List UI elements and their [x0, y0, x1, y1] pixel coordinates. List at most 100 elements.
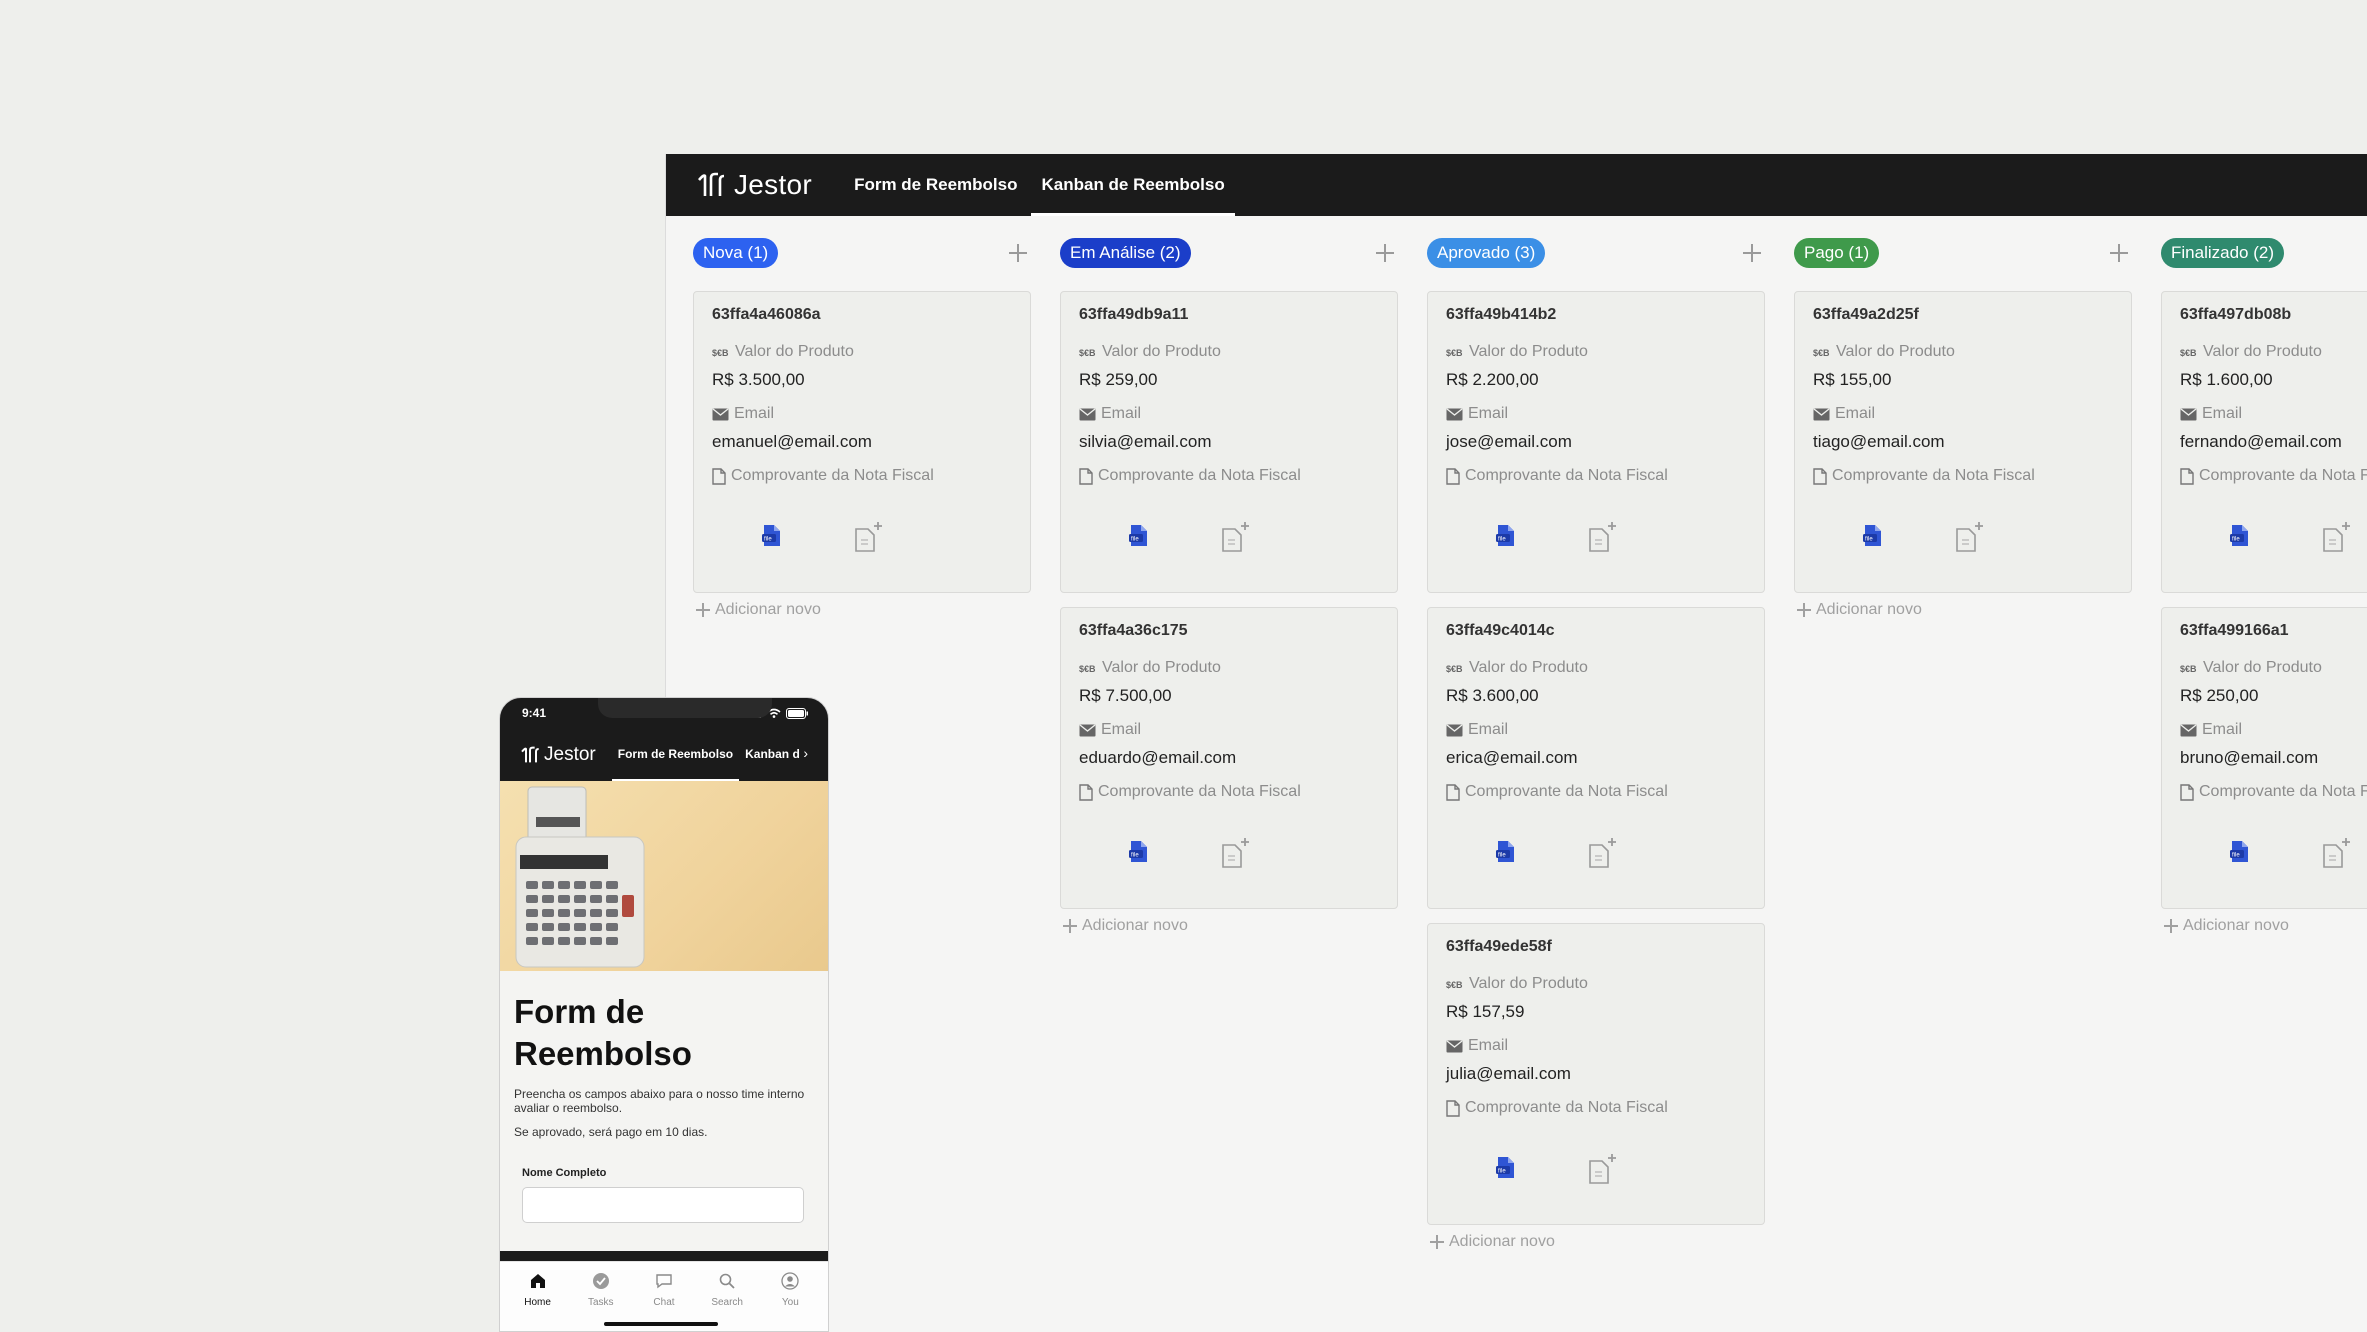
search-icon — [718, 1272, 736, 1297]
email-label-text: Email — [734, 405, 775, 422]
kanban-board: Nova (1) 63ffa4a46086a $€B Valor do Produ… — [693, 236, 2367, 1251]
email-label-text: Email — [1468, 721, 1509, 738]
add-new-button[interactable]: Adicionar novo — [1060, 917, 1398, 935]
nome-completo-input[interactable] — [522, 1187, 804, 1223]
status-bar: 9:41 — [500, 698, 828, 728]
file-attachment-icon[interactable]: file — [757, 520, 787, 554]
comprovante-label-text: Comprovante da Nota Fiscal — [1465, 467, 1668, 484]
attachments: file — [2225, 520, 2353, 554]
svg-text:$€B: $€B — [1446, 664, 1463, 673]
kanban-card[interactable]: 63ffa4a46086a $€B Valor do Produto R$ 3.5… — [693, 291, 1031, 593]
phone-tab-kanban[interactable]: Kanban d — [739, 728, 806, 781]
file-attachment-icon[interactable]: file — [1124, 520, 1154, 554]
add-card-plus-icon[interactable] — [1009, 244, 1027, 262]
kanban-card[interactable]: 63ffa49ede58f $€B Valor do Produto R$ 157… — [1427, 923, 1765, 1225]
kanban-card[interactable]: 63ffa49db9a11 $€B Valor do Produto R$ 259… — [1060, 291, 1398, 593]
add-card-plus-icon[interactable] — [1376, 244, 1394, 262]
tab-bar-item-you[interactable]: You — [765, 1272, 815, 1331]
phone-jestor-logo[interactable]: Jestor — [520, 744, 596, 766]
add-new-button[interactable]: Adicionar novo — [2161, 917, 2367, 935]
valor-label-text: Valor do Produto — [1102, 343, 1221, 360]
kanban-card[interactable]: 63ffa497db08b $€B Valor do Produto R$ 1.6… — [2161, 291, 2367, 593]
mail-icon — [1079, 407, 1096, 421]
chat-icon — [655, 1272, 673, 1297]
valor-label: $€B Valor do Produto — [1079, 342, 1379, 362]
comprovante-label-text: Comprovante da Nota Fiscal — [1098, 467, 1301, 484]
add-file-icon[interactable] — [1585, 836, 1619, 870]
valor-label-text: Valor do Produto — [1836, 343, 1955, 360]
add-new-label: Adicionar novo — [1449, 1233, 1555, 1250]
kanban-card[interactable]: 63ffa499166a1 $€B Valor do Produto R$ 250… — [2161, 607, 2367, 909]
column-status-pill[interactable]: Nova (1) — [693, 238, 779, 268]
column-status-pill[interactable]: Finalizado (2) — [2161, 238, 2284, 268]
kanban-card[interactable]: 63ffa49b414b2 $€B Valor do Produto R$ 2.2… — [1427, 291, 1765, 593]
attachments: file — [757, 520, 885, 554]
tab-kanban-de-reembolso[interactable]: Kanban de Reembolso — [1031, 154, 1236, 216]
add-file-icon[interactable] — [1585, 520, 1619, 554]
attachments: file — [1124, 520, 1252, 554]
valor-label-text: Valor do Produto — [1469, 343, 1588, 360]
add-file-icon[interactable] — [2319, 836, 2353, 870]
add-new-label: Adicionar novo — [715, 601, 821, 618]
column-status-pill[interactable]: Aprovado (3) — [1427, 238, 1546, 268]
document-icon — [1446, 1099, 1460, 1117]
add-file-icon[interactable] — [1218, 836, 1252, 870]
column-header: Finalizado (2) — [2161, 236, 2367, 270]
file-attachment-icon[interactable]: file — [1124, 836, 1154, 870]
svg-text:$€B: $€B — [1446, 348, 1463, 357]
kanban-card[interactable]: 63ffa49c4014c $€B Valor do Produto R$ 3.6… — [1427, 607, 1765, 909]
file-attachment-icon[interactable]: file — [1491, 1152, 1521, 1186]
comprovante-label: Comprovante da Nota Fiscal — [2180, 466, 2367, 486]
column-status-pill[interactable]: Em Análise (2) — [1060, 238, 1191, 268]
column-status-pill[interactable]: Pago (1) — [1794, 238, 1880, 268]
currency-icon: $€B — [1446, 979, 1464, 989]
add-new-button[interactable]: Adicionar novo — [693, 601, 1031, 619]
kanban-card[interactable]: 63ffa49a2d25f $€B Valor do Produto R$ 155… — [1794, 291, 2132, 593]
file-attachment-icon[interactable]: file — [1491, 520, 1521, 554]
tab-bar-item-home[interactable]: Home — [513, 1272, 563, 1331]
jestor-logo-icon — [521, 746, 539, 762]
home-icon — [529, 1272, 547, 1297]
add-new-button[interactable]: Adicionar novo — [1794, 601, 2132, 619]
kanban-card[interactable]: 63ffa4a36c175 $€B Valor do Produto R$ 7.5… — [1060, 607, 1398, 909]
add-new-button[interactable]: Adicionar novo — [1427, 1233, 1765, 1251]
column-header: Em Análise (2) — [1060, 236, 1398, 270]
add-new-label: Adicionar novo — [1082, 917, 1188, 934]
valor-label: $€B Valor do Produto — [1079, 658, 1379, 678]
card-id: 63ffa49ede58f — [1446, 938, 1552, 955]
svg-text:$€B: $€B — [712, 348, 729, 357]
card-id: 63ffa49b414b2 — [1446, 306, 1557, 323]
jestor-logo[interactable]: Jestor — [696, 169, 812, 201]
add-file-icon[interactable] — [1952, 520, 1986, 554]
email-label-text: Email — [2202, 405, 2243, 422]
comprovante-label-text: Comprovante da Nota Fiscal — [731, 467, 934, 484]
add-card-plus-icon[interactable] — [1743, 244, 1761, 262]
add-file-icon[interactable] — [1218, 520, 1252, 554]
card-id: 63ffa4a36c175 — [1079, 622, 1188, 639]
valor-value: R$ 1.600,00 — [2180, 370, 2273, 389]
file-attachment-icon[interactable]: file — [2225, 836, 2255, 870]
file-attachment-icon[interactable]: file — [1858, 520, 1888, 554]
add-file-icon[interactable] — [1585, 1152, 1619, 1186]
column-header: Aprovado (3) — [1427, 236, 1765, 270]
valor-label-text: Valor do Produto — [2203, 659, 2322, 676]
phone-tab-form[interactable]: Form de Reembolso — [611, 728, 740, 781]
currency-icon: $€B — [2180, 347, 2198, 357]
card-id: 63ffa49a2d25f — [1813, 306, 1919, 323]
chevron-right-icon[interactable]: › — [803, 745, 808, 761]
valor-label: $€B Valor do Produto — [1446, 658, 1746, 678]
tab-form-de-reembolso[interactable]: Form de Reembolso — [844, 154, 1027, 216]
add-file-icon[interactable] — [2319, 520, 2353, 554]
document-icon — [1446, 467, 1460, 485]
add-new-label: Adicionar novo — [1816, 601, 1922, 618]
currency-icon: $€B — [2180, 663, 2198, 673]
currency-icon: $€B — [1079, 663, 1097, 673]
svg-text:$€B: $€B — [1079, 348, 1096, 357]
phone-nav-bar: Jestor Form de Reembolso Kanban d › — [500, 728, 828, 781]
file-attachment-icon[interactable]: file — [1491, 836, 1521, 870]
valor-label: $€B Valor do Produto — [1446, 974, 1746, 994]
add-card-plus-icon[interactable] — [2110, 244, 2128, 262]
file-attachment-icon[interactable]: file — [2225, 520, 2255, 554]
svg-text:file: file — [1498, 1169, 1506, 1175]
add-file-icon[interactable] — [851, 520, 885, 554]
